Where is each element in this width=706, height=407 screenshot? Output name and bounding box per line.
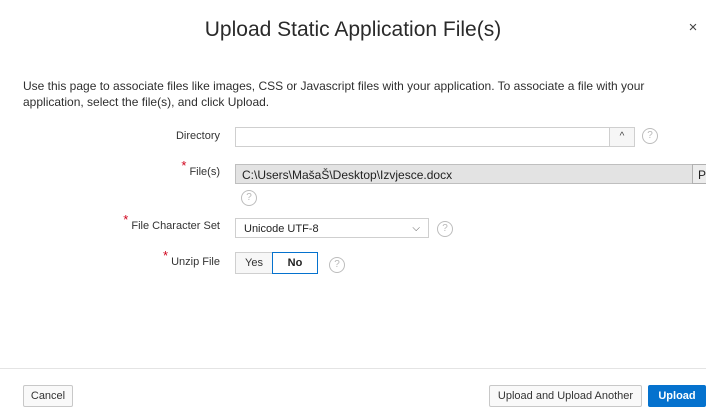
intro-text: Use this page to associate files like im… [23, 79, 645, 109]
directory-label-text: Directory [175, 130, 220, 142]
charset-selected-value: Unicode UTF-8 [244, 223, 319, 235]
browse-button[interactable]: Pregl [692, 164, 706, 184]
unzip-help-icon[interactable]: ? [329, 257, 345, 273]
unzip-yes-option[interactable]: Yes [235, 252, 272, 274]
directory-help-icon[interactable]: ? [642, 128, 658, 144]
files-help-icon[interactable]: ? [241, 190, 257, 206]
upload-button[interactable]: Upload [648, 385, 706, 407]
upload-and-upload-another-button[interactable]: Upload and Upload Another [489, 385, 642, 407]
unzip-label-text: Unzip File [171, 256, 220, 268]
footer-divider [0, 368, 706, 369]
close-icon[interactable]: × [686, 20, 700, 36]
charset-label: * File Character Set [20, 213, 220, 232]
chevron-up-icon: ^ [619, 131, 625, 142]
unzip-no-option[interactable]: No [272, 252, 318, 274]
charset-label-text: File Character Set [131, 220, 220, 232]
required-marker: * [123, 212, 129, 228]
chevron-down-icon: ⌵ [412, 223, 420, 234]
charset-select[interactable]: Unicode UTF-8 ⌵ [235, 218, 429, 238]
directory-input[interactable] [235, 127, 609, 147]
directory-label: Directory [20, 130, 220, 142]
files-label: * File(s) [20, 159, 220, 178]
charset-help-icon[interactable]: ? [437, 221, 453, 237]
required-marker: * [163, 248, 169, 264]
cancel-button[interactable]: Cancel [23, 385, 73, 407]
files-label-text: File(s) [189, 166, 220, 178]
required-marker: * [181, 158, 187, 174]
unzip-toggle: Yes No [235, 252, 318, 274]
files-input[interactable]: C:\Users\MašaŠ\Desktop\Izvjesce.docx [235, 164, 692, 184]
unzip-label: * Unzip File [20, 249, 220, 268]
directory-toggle-button[interactable]: ^ [609, 127, 635, 147]
dialog-title: Upload Static Application File(s) [204, 18, 502, 41]
